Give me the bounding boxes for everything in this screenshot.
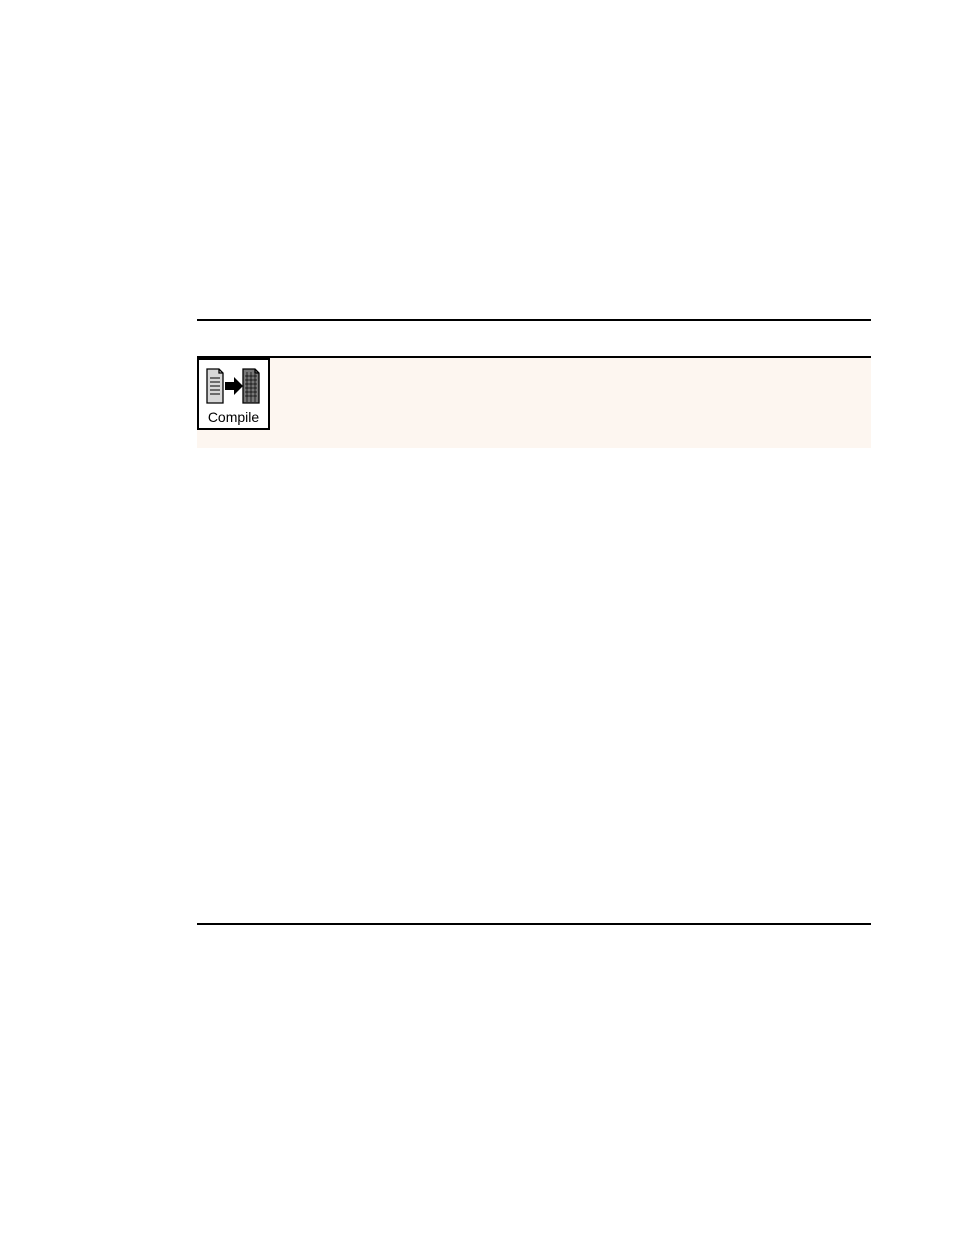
horizontal-rule-bottom [197, 923, 871, 925]
spacer [197, 321, 871, 356]
compile-row: Compile [197, 358, 871, 448]
compile-button[interactable]: Compile [197, 358, 270, 430]
compile-button-label: Compile [208, 409, 259, 425]
compile-icon [205, 366, 263, 406]
content-area: Compile [197, 319, 871, 448]
compile-button-cell: Compile [197, 358, 270, 430]
